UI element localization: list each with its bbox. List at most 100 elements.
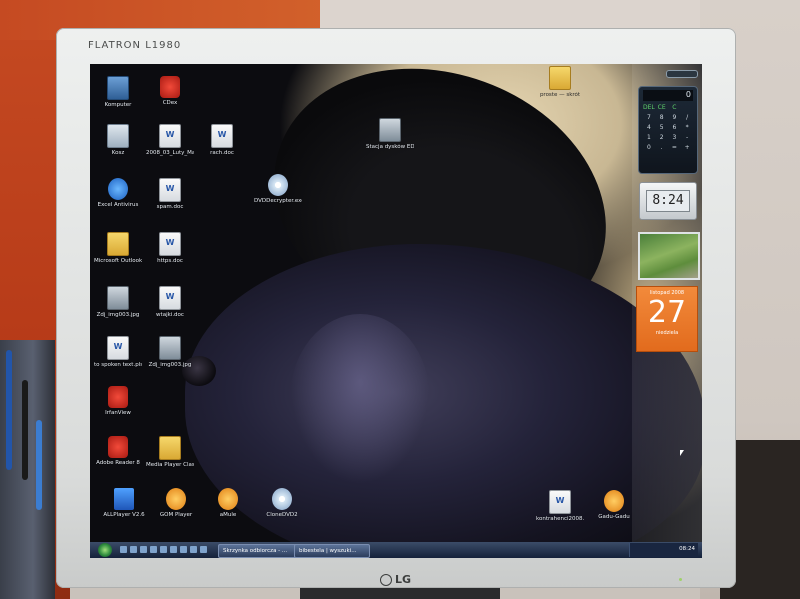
- desktop-icon-label: spam.doc: [156, 204, 184, 210]
- amule-icon: [218, 488, 238, 510]
- taskbar-button[interactable]: Skrzynka odbiorcza - ...: [218, 544, 298, 558]
- calculator-gadget[interactable]: 0 DEL CE C 7 8 9/ 4 5 6 * 1 2 3- 0. = +: [638, 86, 698, 174]
- desktop-icon[interactable]: Komputer: [94, 76, 142, 109]
- slideshow-gadget[interactable]: [638, 232, 700, 280]
- quick-launch-icon[interactable]: [200, 546, 207, 553]
- desktop-icon[interactable]: to spoken text.pls: [94, 336, 142, 369]
- power-led-icon: [679, 578, 682, 581]
- quick-launch-icon[interactable]: [120, 546, 127, 553]
- desktop-icon[interactable]: 2008_03_Luty_Marzec (2).xls: [146, 124, 194, 157]
- clock-gadget[interactable]: 8:24: [639, 182, 697, 220]
- calculator-key[interactable]: .: [656, 143, 668, 152]
- desktop-icon-label: Media Player Classic: [146, 462, 194, 468]
- desktop-icon[interactable]: DVDDecrypter.exe - skrót: [254, 174, 302, 205]
- start-button[interactable]: [98, 543, 112, 557]
- desktop-icon[interactable]: kontrahenci2008.xls - skrót: [536, 490, 584, 523]
- quick-launch-icon[interactable]: [150, 546, 157, 553]
- folder-icon: [549, 66, 571, 90]
- calendar-day: 27: [647, 295, 687, 330]
- desktop-icon-label: Kosz: [111, 150, 125, 156]
- calculator-key[interactable]: +: [681, 143, 693, 152]
- calculator-key[interactable]: 2: [656, 133, 668, 142]
- sidebar-control[interactable]: [666, 70, 698, 78]
- desktop-icon-label: 2008_03_Luty_Marzec (2).xls: [146, 150, 194, 156]
- calculator-key[interactable]: /: [681, 113, 693, 122]
- tray-clock[interactable]: 08:24: [679, 546, 695, 552]
- quick-launch-icon[interactable]: [160, 546, 167, 553]
- calculator-key[interactable]: *: [681, 123, 693, 132]
- desktop-icon[interactable]: Zdj_img003.jpg: [94, 286, 142, 319]
- calculator-key[interactable]: 7: [643, 113, 655, 122]
- desktop-icon-label: Stacja dysków ED - skrót: [366, 144, 414, 150]
- allplayer-icon: [114, 488, 134, 510]
- quick-launch-icon[interactable]: [170, 546, 177, 553]
- pen: [6, 350, 12, 470]
- desktop-icon-label: rach.doc: [210, 150, 234, 156]
- calculator-key[interactable]: 6: [669, 123, 681, 132]
- cd-icon: [268, 174, 288, 196]
- desktop-icon-label: Zdj_img003.jpg: [148, 362, 192, 368]
- quick-launch-icon[interactable]: [130, 546, 137, 553]
- shield-icon: [108, 178, 128, 200]
- calendar-gadget[interactable]: listopad 2008 27 niedziela: [636, 286, 698, 352]
- document-icon: [107, 336, 129, 360]
- pdf-icon: [108, 436, 128, 458]
- desktop-icon[interactable]: CDex: [146, 76, 194, 107]
- calculator-key[interactable]: =: [669, 143, 681, 152]
- desktop-icon[interactable]: aMule: [204, 488, 252, 519]
- desktop-icon[interactable]: rach.doc: [198, 124, 246, 157]
- desktop-icon[interactable]: wtajki.doc: [146, 286, 194, 319]
- drive-icon: [379, 118, 401, 142]
- desktop-icon-label: proste — skrót: [539, 92, 581, 98]
- taskbar-button[interactable]: bibestela | wyszuki...: [294, 544, 370, 558]
- calculator-key[interactable]: 9: [669, 113, 681, 122]
- calculator-key[interactable]: 4: [643, 123, 655, 132]
- desktop-icon[interactable]: IrfanView: [94, 386, 142, 417]
- desktop-icon[interactable]: Media Player Classic: [146, 436, 194, 469]
- monitor-brand-bottom: LG: [380, 573, 411, 586]
- pen: [36, 420, 42, 510]
- quick-launch-icon[interactable]: [140, 546, 147, 553]
- calculator-key[interactable]: 5: [656, 123, 668, 132]
- computer-icon: [107, 76, 129, 100]
- desktop-icon[interactable]: Excel Antivirus: [94, 178, 142, 209]
- quick-launch-icon[interactable]: [180, 546, 187, 553]
- desktop-icon-label: DVDDecrypter.exe - skrót: [254, 198, 302, 204]
- calculator-key[interactable]: 1: [643, 133, 655, 142]
- clonedvd-icon: [272, 488, 292, 510]
- calculator-key[interactable]: 8: [656, 113, 668, 122]
- monitor-brand-top: FLATRON L1980: [88, 40, 182, 51]
- calculator-key[interactable]: CE: [656, 103, 668, 112]
- desktop-icon[interactable]: ALLPlayer V2.6: [100, 488, 148, 519]
- desktop-icon[interactable]: Microsoft Outlook: [94, 232, 142, 265]
- calculator-key[interactable]: -: [681, 133, 693, 142]
- system-tray: 08:24: [629, 543, 698, 557]
- desktop-icon[interactable]: GOM Player: [152, 488, 200, 519]
- quick-launch-icon[interactable]: [190, 546, 197, 553]
- taskbar: Skrzynka odbiorcza - ... bibestela | wys…: [90, 542, 702, 558]
- calculator-key[interactable]: C: [669, 103, 681, 112]
- calculator-key[interactable]: DEL: [643, 103, 655, 112]
- desktop-icon[interactable]: Stacja dysków ED - skrót: [366, 118, 414, 151]
- desktop-icon-label: Excel Antivirus: [97, 202, 139, 208]
- desktop-icon[interactable]: CloneDVD2: [258, 488, 306, 519]
- desktop-icon-label: wtajki.doc: [156, 312, 184, 318]
- desktop-icon-label: GOM Player: [159, 512, 193, 518]
- desktop-icon[interactable]: https.doc: [146, 232, 194, 265]
- gom-player-icon: [166, 488, 186, 510]
- desktop-icon-label: Microsoft Outlook: [94, 258, 142, 264]
- desktop-icon[interactable]: proste — skrót: [536, 66, 584, 99]
- desktop-icon-label: CDex: [162, 100, 178, 106]
- desktop-icon[interactable]: Adobe Reader 8: [94, 436, 142, 467]
- desktop-icon-label: Adobe Reader 8: [96, 460, 140, 466]
- pen: [22, 380, 28, 480]
- desktop-icon[interactable]: Kosz: [94, 124, 142, 157]
- desktop-icon[interactable]: spam.doc: [146, 178, 194, 211]
- desktop-icon[interactable]: Zdj_img003.jpg: [146, 336, 194, 369]
- lg-logo-icon: [380, 574, 392, 586]
- desktop-icon-label: IrfanView: [105, 410, 131, 416]
- calculator-key[interactable]: [681, 103, 693, 112]
- calculator-key[interactable]: 0: [643, 143, 655, 152]
- desktop-icon[interactable]: Gadu-Gadu: [590, 490, 638, 521]
- calculator-key[interactable]: 3: [669, 133, 681, 142]
